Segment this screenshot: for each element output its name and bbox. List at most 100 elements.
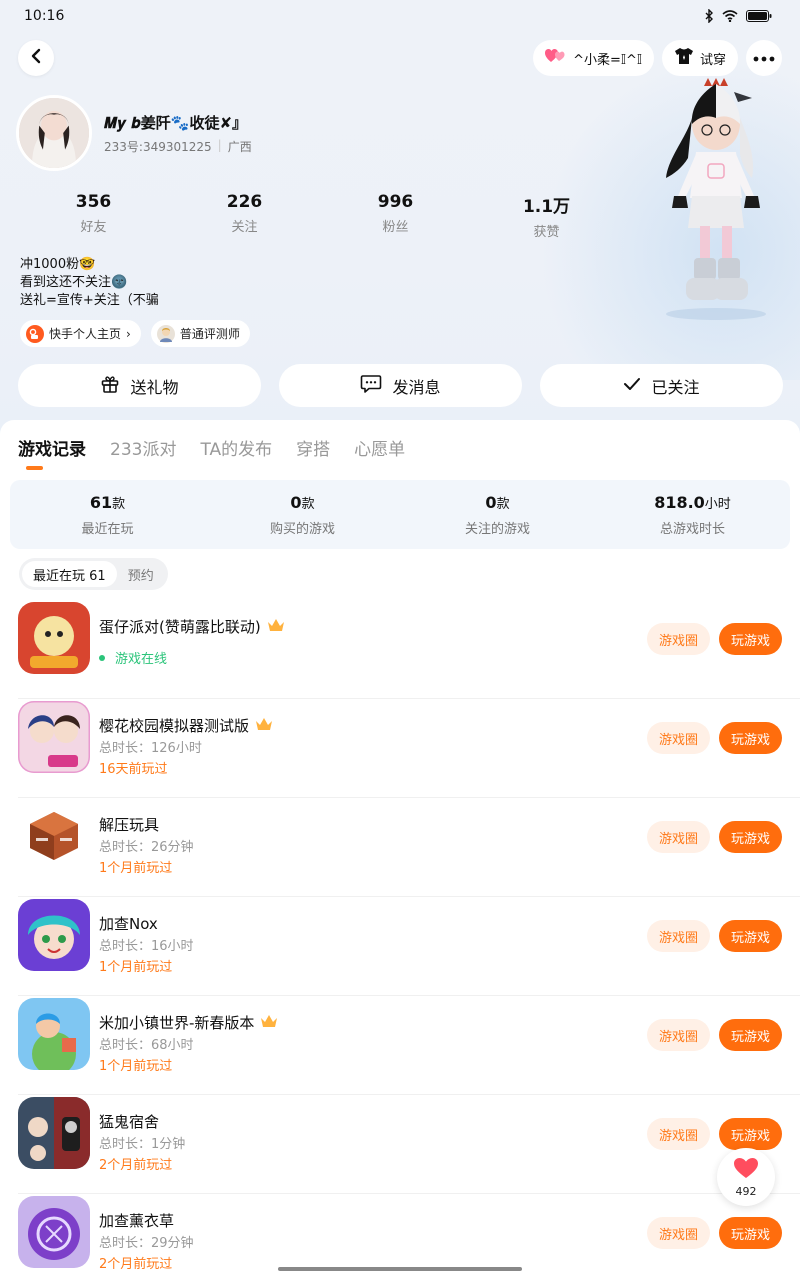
heart-icon xyxy=(733,1157,759,1183)
bio-line: 冲1000粉🤓 xyxy=(20,257,96,272)
game-circle-button[interactable]: 游戏圈 xyxy=(647,1019,710,1051)
stat-value: 996 xyxy=(377,192,414,212)
game-filter-segment: 最近在玩 61 预约 xyxy=(19,558,168,590)
try-on-label: 试穿 xyxy=(699,52,726,68)
play-game-button[interactable]: 玩游戏 xyxy=(719,821,782,853)
game-icon-gacha-lavender[interactable] xyxy=(18,1196,90,1268)
uid-text: 233号:349301225 xyxy=(104,140,212,154)
tshirt-icon xyxy=(674,47,694,69)
game-icon-gacha-nox[interactable] xyxy=(18,899,90,971)
send-gift-label: 送礼物 xyxy=(130,377,179,397)
game-circle-button[interactable]: 游戏圈 xyxy=(647,623,710,655)
game-icon-haunted-dorm[interactable] xyxy=(18,1097,90,1169)
stat-likes[interactable]: 1.1万 获赞 xyxy=(471,192,622,240)
stat-fans[interactable]: 996 粉丝 xyxy=(320,192,471,240)
game-circle-button[interactable]: 游戏圈 xyxy=(647,1217,710,1249)
relation-pill[interactable]: ^小柔=𝕀^𝕀 xyxy=(533,40,654,76)
play-game-button[interactable]: 玩游戏 xyxy=(719,722,782,754)
status-time: 10:16 xyxy=(24,8,65,24)
reviewer-tag[interactable]: 普通评测师 xyxy=(150,320,250,347)
game-circle-button[interactable]: 游戏圈 xyxy=(647,1118,710,1150)
play-duration: 总时长：26分钟 xyxy=(99,840,194,855)
chat-bubble-icon xyxy=(360,374,382,398)
game-row[interactable]: 加查Nox 总时长：16小时 1个月前玩过 游戏圈 玩游戏 xyxy=(0,897,800,996)
summary-label: 购买的游戏 xyxy=(269,522,335,537)
summary-label: 关注的游戏 xyxy=(464,522,530,537)
play-game-button[interactable]: 玩游戏 xyxy=(719,1217,782,1249)
game-row[interactable]: 蛋仔派对(赞萌露比联动) 游戏在线 游戏圈 玩游戏 xyxy=(0,600,800,699)
online-status: 游戏在线 xyxy=(99,648,167,667)
game-row[interactable]: 解压玩具 总时长：26分钟 1个月前玩过 游戏圈 玩游戏 xyxy=(0,798,800,897)
play-duration: 总时长：29分钟 xyxy=(99,1236,194,1251)
play-duration: 总时长：16小时 xyxy=(99,939,194,954)
kuaishou-profile-tag[interactable]: 快手个人主页 › xyxy=(20,320,141,347)
crown-badge-icon xyxy=(267,617,285,637)
summary-followed[interactable]: 0款 关注的游戏 xyxy=(400,480,595,549)
profile-tabs: 游戏记录 233派对 TA的发布 穿搭 心愿单 xyxy=(18,435,405,460)
game-icon-antistress[interactable] xyxy=(18,800,90,872)
game-circle-button[interactable]: 游戏圈 xyxy=(647,821,710,853)
bluetooth-icon xyxy=(704,9,714,23)
more-dots-icon xyxy=(753,51,775,66)
more-button[interactable] xyxy=(746,40,782,76)
summary-purchased[interactable]: 0款 购买的游戏 xyxy=(205,480,400,549)
summary-unit: 小时 xyxy=(704,497,731,512)
tab-outfits[interactable]: 穿搭 xyxy=(296,435,330,460)
back-button[interactable] xyxy=(18,40,54,76)
segment-recent[interactable]: 最近在玩 61 xyxy=(22,561,117,587)
game-icon-miga-town[interactable] xyxy=(18,998,90,1070)
last-played: 2个月前玩过 xyxy=(99,1257,173,1272)
game-name: 樱花校园模拟器测试版 xyxy=(99,717,250,735)
avatar[interactable] xyxy=(16,95,92,171)
online-dot-icon xyxy=(99,654,105,661)
try-on-button[interactable]: 试穿 xyxy=(661,40,738,76)
play-duration: 总时长：68小时 xyxy=(99,1038,194,1053)
summary-value: 0 xyxy=(290,493,302,512)
battery-icon xyxy=(746,10,772,22)
tag-label: 普通评测师 xyxy=(179,327,240,341)
stat-following[interactable]: 226 关注 xyxy=(169,192,320,240)
game-row[interactable]: 猛鬼宿舍 总时长：1分钟 2个月前玩过 游戏圈 玩游戏 xyxy=(0,1095,800,1194)
chevron-right-icon: › xyxy=(126,326,131,341)
segment-reserve[interactable]: 预约 xyxy=(117,561,165,587)
game-row[interactable]: 米加小镇世界-新春版本 总时长：68小时 1个月前玩过 游戏圈 玩游戏 xyxy=(0,996,800,1095)
home-indicator[interactable] xyxy=(278,1267,522,1271)
game-name: 加查Nox xyxy=(99,915,158,933)
location-text: 广西 xyxy=(227,140,252,154)
tab-wishlist[interactable]: 心愿单 xyxy=(354,435,405,460)
summary-recent[interactable]: 61款 最近在玩 xyxy=(10,480,205,549)
play-game-button[interactable]: 玩游戏 xyxy=(719,1019,782,1051)
play-duration: 总时长：126小时 xyxy=(99,741,202,756)
send-message-label: 发消息 xyxy=(392,377,441,397)
game-name: 加查薰衣草 xyxy=(99,1212,175,1230)
tab-game-records[interactable]: 游戏记录 xyxy=(18,435,86,460)
bio-line: 看到这还不关注🌚 xyxy=(20,275,128,290)
avatar-figure[interactable] xyxy=(656,78,776,323)
stat-friends[interactable]: 356 好友 xyxy=(18,192,169,240)
send-message-button[interactable]: 发消息 xyxy=(279,364,522,407)
reviewer-badge-icon xyxy=(156,324,175,343)
game-circle-button[interactable]: 游戏圈 xyxy=(647,920,710,952)
game-circle-button[interactable]: 游戏圈 xyxy=(647,722,710,754)
summary-total-time[interactable]: 818.0小时 总游戏时长 xyxy=(595,480,790,549)
chevron-left-icon xyxy=(29,48,43,68)
send-gift-button[interactable]: 送礼物 xyxy=(18,364,261,407)
summary-value: 61 xyxy=(89,493,113,512)
content-panel: 游戏记录 233派对 TA的发布 穿搭 心愿单 61款 最近在玩 0款 购买的游… xyxy=(0,420,800,1280)
play-game-button[interactable]: 玩游戏 xyxy=(719,920,782,952)
followed-button[interactable]: 已关注 xyxy=(540,364,783,407)
relation-label: ^小柔=𝕀^𝕀 xyxy=(573,52,642,68)
game-icon-sakura-school[interactable] xyxy=(18,701,90,773)
tab-233-party[interactable]: 233派对 xyxy=(110,435,176,460)
play-game-button[interactable]: 玩游戏 xyxy=(719,623,782,655)
game-name: 蛋仔派对(赞萌露比联动) xyxy=(99,618,261,636)
summary-unit: 款 xyxy=(112,497,126,512)
tab-posts[interactable]: TA的发布 xyxy=(200,435,272,460)
stat-label: 粉丝 xyxy=(382,220,409,235)
stat-value: 226 xyxy=(226,192,263,212)
play-game-button[interactable]: 玩游戏 xyxy=(719,1118,782,1150)
game-icon-eggy-party[interactable] xyxy=(18,602,90,674)
summary-label: 最近在玩 xyxy=(81,522,134,537)
favorite-button[interactable]: 492 xyxy=(717,1148,775,1206)
game-row[interactable]: 樱花校园模拟器测试版 总时长：126小时 16天前玩过 游戏圈 玩游戏 xyxy=(0,699,800,798)
